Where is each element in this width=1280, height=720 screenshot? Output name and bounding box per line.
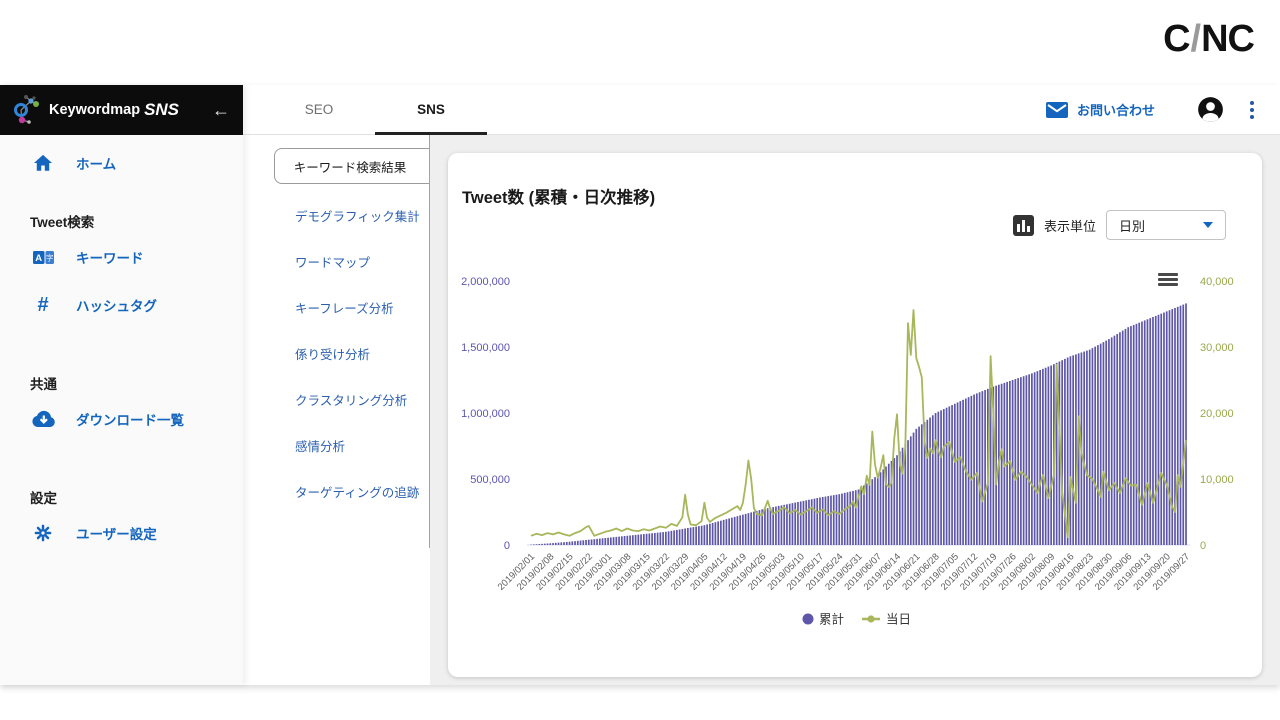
cinc-slash: / <box>1191 18 1201 60</box>
svg-text:10,000: 10,000 <box>1200 474 1234 486</box>
sidebar-item-label: ダウンロード一覧 <box>76 409 184 429</box>
app-window: Keywordmap SNS ← ホーム Tweet検索 A字 キーワード # ハッシュタ… <box>0 85 1280 685</box>
kebab-menu-icon[interactable] <box>1246 97 1258 123</box>
home-icon <box>30 154 56 172</box>
hashtag-icon: # <box>30 294 56 317</box>
sidebar-item-label: ハッシュタグ <box>76 295 157 315</box>
avatar-icon <box>1197 96 1224 123</box>
sidebar-item-translate[interactable]: A字 キーワード <box>0 235 243 279</box>
sidebar-section-header: 設定 <box>0 487 243 507</box>
cinc-letter: C <box>1228 18 1254 60</box>
svg-text:累計: 累計 <box>819 612 844 627</box>
contact-button[interactable]: お問い合わせ <box>1046 100 1155 119</box>
envelope-icon <box>1046 102 1068 118</box>
cloud-download-icon <box>30 410 56 428</box>
sidebar-item-label: ユーザー設定 <box>76 523 157 543</box>
svg-text:1,500,000: 1,500,000 <box>461 342 510 354</box>
cinc-logo: C/NC <box>1163 18 1254 61</box>
svg-text:20,000: 20,000 <box>1200 408 1234 420</box>
sidebar-section-header: 共通 <box>0 373 243 393</box>
submenu-item[interactable]: キーワード検索結果 <box>274 148 429 184</box>
main-panel: Tweet数 (累積・日次推移) 表示単位 日別 0500,0001,000,0… <box>430 135 1280 685</box>
svg-text:30,000: 30,000 <box>1200 342 1234 354</box>
contact-label: お問い合わせ <box>1077 100 1155 119</box>
svg-text:2,000,000: 2,000,000 <box>461 276 510 288</box>
keywordmap-logo-icon <box>12 93 42 127</box>
svg-text:40,000: 40,000 <box>1200 276 1234 288</box>
sidebar-item-home[interactable]: ホーム <box>0 141 243 185</box>
sidebar: Keywordmap SNS ← ホーム Tweet検索 A字 キーワード # ハッシュタ… <box>0 85 243 685</box>
content-area: SEOSNS お問い合わせ <box>243 85 1280 685</box>
submenu-item[interactable]: 係り受け分析 <box>243 330 429 376</box>
submenu-item[interactable]: 感情分析 <box>243 422 429 468</box>
translate-icon: A字 <box>30 250 56 265</box>
tab-sns[interactable]: SNS <box>375 85 487 134</box>
sidebar-item-cloud-download[interactable]: ダウンロード一覧 <box>0 397 243 441</box>
svg-text:0: 0 <box>1200 540 1206 552</box>
svg-text:字: 字 <box>46 252 54 262</box>
page: C/NC Keywor <box>0 0 1280 720</box>
submenu-item[interactable]: クラスタリング分析 <box>243 376 429 422</box>
sidebar-nav: ホーム Tweet検索 A字 キーワード # ハッシュタグ共通ダウンロード一覧設定ユーザー… <box>0 141 243 555</box>
sidebar-item-gear[interactable]: ユーザー設定 <box>0 511 243 555</box>
sidebar-item-label: キーワード <box>76 247 144 267</box>
gear-icon <box>30 523 56 543</box>
cinc-letter: C <box>1163 18 1189 60</box>
svg-text:500,000: 500,000 <box>470 474 510 486</box>
tweet-chart[interactable]: 0 500,000 1,000,000 1,500,000 2,000,000 0 10,0… <box>448 153 1262 677</box>
topbar-right: お問い合わせ <box>1046 85 1280 134</box>
sidebar-logo-band: Keywordmap SNS ← <box>0 85 243 135</box>
svg-text:当日: 当日 <box>886 613 911 627</box>
svg-text:1,000,000: 1,000,000 <box>461 408 510 420</box>
chart-card: Tweet数 (累積・日次推移) 表示単位 日別 0500,0001,000,0… <box>448 153 1262 677</box>
body-row: キーワード検索結果デモグラフィック集計ワードマップキーフレーズ分析係り受け分析ク… <box>243 135 1280 685</box>
cinc-letter: N <box>1201 18 1227 60</box>
submenu-item[interactable]: ターゲティングの追跡 <box>243 468 429 514</box>
account-button[interactable] <box>1197 96 1224 123</box>
keywordmap-logo-text: Keywordmap <box>49 102 140 118</box>
submenu-item[interactable]: キーフレーズ分析 <box>243 284 429 330</box>
sidebar-section-header: Tweet検索 <box>0 211 243 231</box>
svg-text:A: A <box>35 253 42 264</box>
svg-text:0: 0 <box>504 540 510 552</box>
submenu-item[interactable]: デモグラフィック集計 <box>243 192 429 238</box>
tab-bar: SEOSNS <box>263 85 487 134</box>
tab-seo[interactable]: SEO <box>263 85 375 134</box>
submenu-item[interactable]: ワードマップ <box>243 238 429 284</box>
sidebar-item-label: ホーム <box>76 153 116 173</box>
sidebar-item-hashtag[interactable]: # ハッシュタグ <box>0 283 243 327</box>
sidebar-collapse-arrow[interactable]: ← <box>212 100 230 121</box>
keywordmap-logo-sns: SNS <box>144 100 179 120</box>
topbar: SEOSNS お問い合わせ <box>243 85 1280 135</box>
analysis-submenu: キーワード検索結果デモグラフィック集計ワードマップキーフレーズ分析係り受け分析ク… <box>243 135 430 685</box>
